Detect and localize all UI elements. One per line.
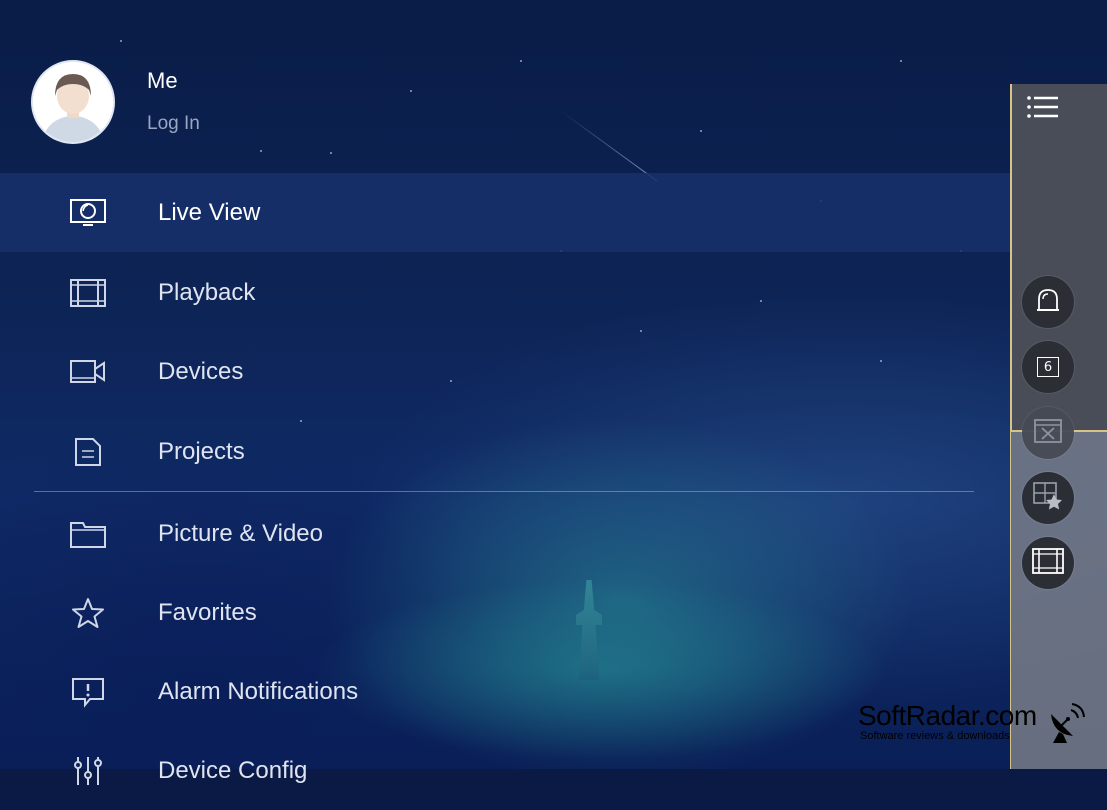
playback-film-button[interactable] (1022, 537, 1074, 589)
menu-label: Playback (158, 278, 256, 306)
menu-item-picture-video[interactable]: Picture & Video (0, 494, 1010, 573)
close-window-icon (1032, 416, 1064, 451)
menu-label: Device Config (158, 756, 308, 784)
menu-item-playback[interactable]: Playback (0, 253, 1010, 332)
document-icon (68, 432, 108, 472)
user-avatar-icon (33, 62, 113, 142)
login-link[interactable]: Log In (147, 113, 200, 135)
monitor-icon (68, 193, 108, 233)
avatar[interactable] (31, 60, 115, 144)
alarm-light-button[interactable] (1022, 276, 1074, 328)
menu-divider (34, 491, 974, 492)
satellite-dish-icon (1045, 700, 1087, 744)
star-icon (68, 593, 108, 633)
menu-label: Favorites (158, 598, 257, 626)
window-count-button[interactable]: 6 (1022, 341, 1074, 393)
menu-label: Alarm Notifications (158, 677, 359, 705)
film-icon (68, 273, 108, 313)
menu-label: Live View (158, 198, 261, 226)
profile-name: Me (147, 68, 178, 93)
watermark-subtitle: Software reviews & downloads (860, 730, 1010, 742)
camera-icon (68, 352, 108, 392)
menu-item-devices[interactable]: Devices (0, 332, 1010, 411)
favorite-view-icon (1031, 480, 1065, 517)
sliders-icon (68, 751, 108, 791)
menu-item-favorites[interactable]: Favorites (0, 573, 1010, 652)
window-count-icon: 6 (1037, 357, 1059, 377)
menu-item-device-config[interactable]: Device Config (0, 731, 1010, 810)
watermark-title: SoftRadar.com (858, 700, 1037, 731)
playback-film-icon (1031, 546, 1065, 581)
menu-item-live-view[interactable]: Live View (0, 173, 1010, 252)
menu-label: Devices (158, 357, 244, 385)
menu-item-projects[interactable]: Projects (0, 412, 1010, 491)
list-menu-icon[interactable] (1024, 92, 1064, 124)
menu-label: Projects (158, 437, 245, 465)
watermark: SoftRadar.com Software reviews & downloa… (858, 700, 1037, 742)
alarm-light-icon (1033, 285, 1063, 320)
close-window-button[interactable] (1022, 407, 1074, 459)
favorite-view-button[interactable] (1022, 472, 1074, 524)
alarm-message-icon (68, 672, 108, 712)
folder-icon (68, 514, 108, 554)
menu-label: Picture & Video (158, 519, 323, 547)
